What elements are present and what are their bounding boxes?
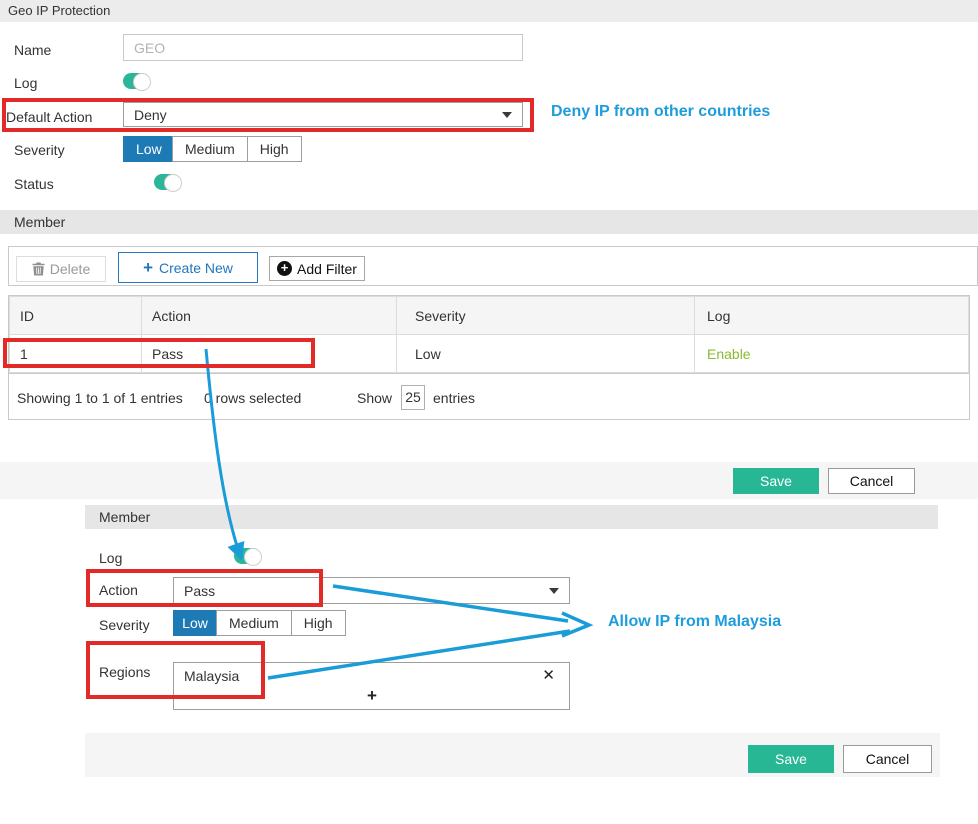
severity-option-high[interactable]: High — [246, 136, 302, 162]
severity-group: Low Medium High — [123, 136, 302, 162]
severity-option-medium[interactable]: Medium — [172, 136, 248, 162]
editor-severity-option-high[interactable]: High — [290, 610, 346, 636]
plus-circle-icon: + — [277, 261, 293, 276]
chevron-down-icon — [502, 111, 512, 118]
editor-severity-group: Low Medium High — [173, 610, 346, 636]
save-button[interactable]: Save — [733, 468, 819, 494]
editor-cancel-button[interactable]: Cancel — [843, 745, 932, 773]
plus-icon: + — [143, 258, 153, 277]
cell-id: 1 — [9, 334, 142, 373]
status-label: Status — [14, 176, 54, 192]
action-dropdown[interactable]: Pass — [173, 577, 570, 604]
log-label: Log — [14, 75, 38, 91]
table-header-row: ID Action Severity Log — [9, 296, 969, 335]
page-title: Geo IP Protection — [0, 0, 978, 22]
cell-action: Pass — [141, 334, 397, 373]
add-region-icon[interactable]: + — [367, 686, 377, 706]
column-header-severity: Severity — [396, 296, 695, 335]
remove-region-icon[interactable]: ✕ — [542, 666, 555, 684]
column-header-id: ID — [9, 296, 142, 335]
severity-option-low[interactable]: Low — [123, 136, 173, 162]
member-section-title: Member — [0, 210, 978, 234]
add-filter-button-label: Add Filter — [297, 260, 357, 277]
severity-label: Severity — [14, 142, 65, 158]
editor-log-label: Log — [99, 550, 123, 566]
create-new-button-label: Create New — [159, 259, 233, 276]
column-header-action: Action — [141, 296, 397, 335]
editor-log-toggle[interactable] — [233, 548, 262, 566]
arrowhead-chevron — [561, 611, 594, 638]
trash-icon — [32, 262, 45, 276]
chevron-down-icon — [549, 587, 559, 594]
deny-annotation: Deny IP from other countries — [551, 103, 771, 120]
editor-severity-label: Severity — [99, 617, 150, 633]
cancel-button[interactable]: Cancel — [828, 468, 915, 494]
add-filter-button[interactable]: + Add Filter — [269, 256, 365, 281]
showing-entries-text: Showing 1 to 1 of 1 entries — [17, 390, 183, 406]
action-value: Pass — [184, 582, 216, 599]
column-header-log: Log — [694, 296, 969, 335]
delete-button-label: Delete — [49, 261, 91, 277]
table-row[interactable]: 1 Pass Low Enable — [9, 334, 969, 373]
regions-label: Regions — [99, 664, 151, 680]
geo-ip-protection-screen: Geo IP Protection Name Log Default Actio… — [0, 0, 978, 824]
default-action-value: Deny — [134, 106, 167, 123]
log-toggle[interactable] — [123, 73, 151, 91]
status-toggle[interactable] — [154, 174, 183, 192]
create-new-button[interactable]: + Create New — [118, 252, 258, 283]
editor-severity-option-medium[interactable]: Medium — [216, 610, 292, 636]
page-size-input[interactable]: 25 — [401, 385, 425, 410]
show-label: Show — [357, 390, 393, 406]
editor-save-button[interactable]: Save — [748, 745, 834, 773]
member-toolbar: Delete + Create New + Add Filter — [8, 246, 978, 286]
name-label: Name — [14, 42, 52, 58]
editor-action-label: Action — [99, 582, 138, 598]
cell-severity: Low — [396, 334, 695, 373]
editor-severity-option-low[interactable]: Low — [173, 610, 217, 636]
default-action-label: Default Action — [6, 109, 93, 125]
region-value: Malaysia — [184, 668, 240, 684]
default-action-dropdown[interactable]: Deny — [123, 102, 523, 127]
cell-log: Enable — [694, 334, 969, 373]
rows-selected-text: 0 rows selected — [204, 390, 302, 406]
entries-label: entries — [433, 390, 476, 406]
regions-field[interactable]: Malaysia ✕ + — [173, 662, 570, 710]
name-input[interactable] — [123, 34, 523, 61]
delete-button[interactable]: Delete — [16, 256, 106, 282]
member-editor-title: Member — [85, 505, 938, 529]
table-pagination: Showing 1 to 1 of 1 entries 0 rows selec… — [9, 373, 969, 421]
allow-annotation: Allow IP from Malaysia — [608, 613, 782, 630]
member-table: ID Action Severity Log 1 Pass Low Enable… — [8, 295, 970, 420]
